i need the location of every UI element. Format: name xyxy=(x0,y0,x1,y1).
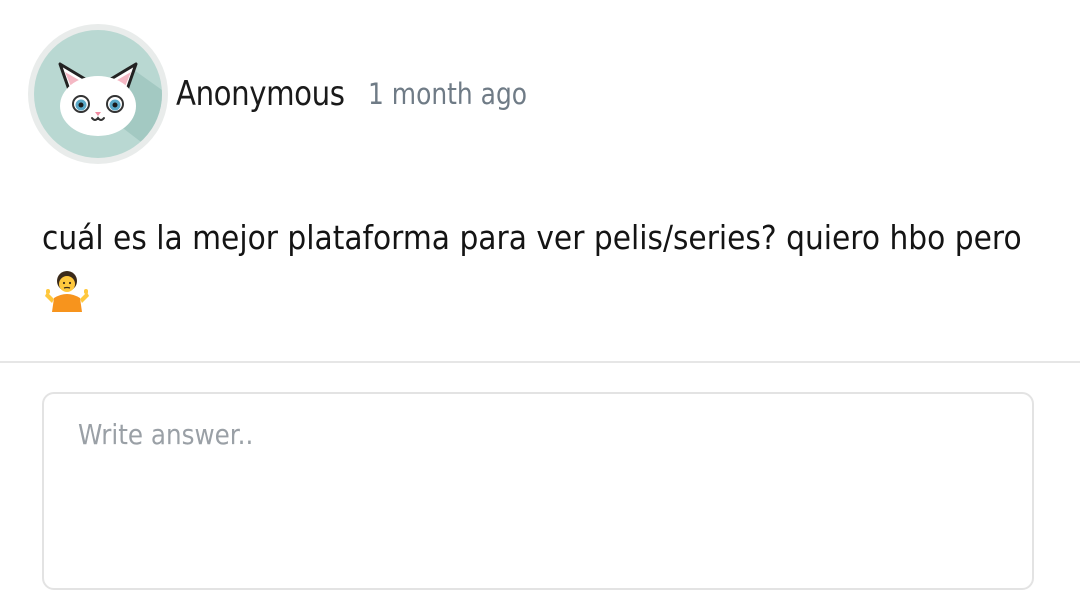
author-name[interactable]: Anonymous xyxy=(176,74,345,114)
person-shrugging-icon xyxy=(45,271,89,312)
divider xyxy=(0,361,1080,363)
emoji-line xyxy=(44,268,90,318)
post-timestamp: 1 month ago xyxy=(368,77,528,111)
cat-avatar-icon xyxy=(34,30,162,158)
avatar[interactable] xyxy=(28,24,168,164)
question-text: cuál es la mejor plataforma para ver pel… xyxy=(42,218,1022,257)
post-header: Anonymous xyxy=(28,24,372,164)
answer-input[interactable] xyxy=(42,392,1034,590)
